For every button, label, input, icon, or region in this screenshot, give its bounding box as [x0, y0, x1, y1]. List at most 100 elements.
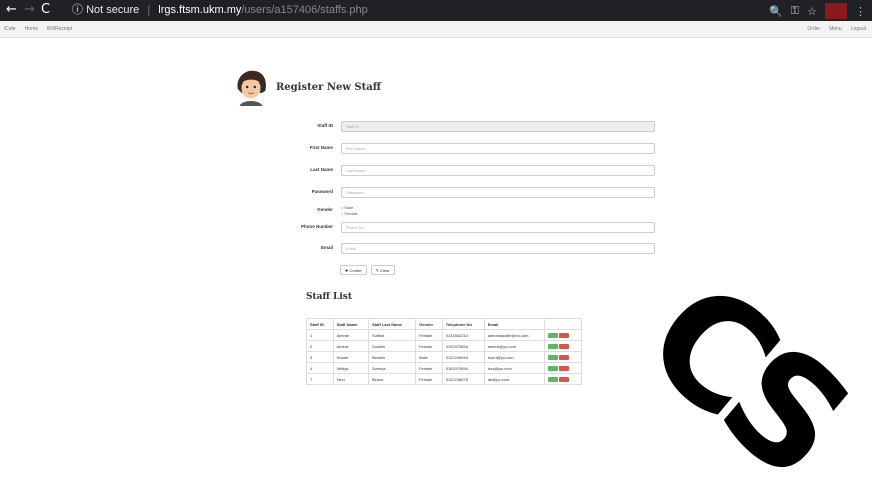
email-label: Email [320, 245, 333, 250]
col-telephone: Telephone No [441, 318, 485, 330]
edit-button[interactable] [548, 365, 559, 371]
extension-icon[interactable] [825, 3, 847, 19]
staff-id-label: Staff ID [317, 123, 333, 128]
gender-male-label: Male [344, 205, 354, 210]
email-row: Email Email [285, 243, 657, 255]
cell-staff-id: 4 [306, 362, 334, 374]
delete-button[interactable] [559, 332, 570, 338]
back-icon[interactable]: ← [6, 2, 17, 18]
staff-list-title: Staff List [306, 292, 352, 302]
watermark: CS [613, 248, 871, 504]
delete-button[interactable] [559, 354, 570, 360]
address-separator: | [147, 4, 151, 16]
cell-phone: 0193379654 [441, 340, 485, 352]
url-path: /users/a157406/staffs.php [241, 4, 368, 16]
col-actions [544, 318, 582, 330]
first-name-label: First Name [309, 145, 333, 150]
cell-staff-id: 7 [306, 373, 334, 385]
nav-link-bill[interactable]: Bill/Receipt [47, 26, 72, 32]
create-label: Create [349, 268, 362, 273]
cell-actions [544, 351, 582, 363]
reload-icon[interactable]: C [41, 2, 50, 18]
first-name-row: First Name First Name [285, 143, 657, 155]
delete-button[interactable] [559, 343, 570, 349]
forward-icon[interactable]: → [24, 2, 35, 18]
cell-staff-name: Amera [332, 340, 369, 352]
clear-button[interactable]: ✎ Clear [370, 265, 395, 275]
gender-row: Gender ○ Male ○ Female [285, 205, 657, 217]
last-name-field[interactable]: Last Name [341, 165, 655, 176]
last-name-row: Last Name Last Name [285, 165, 657, 177]
phone-field[interactable]: Phone No [341, 222, 655, 233]
delete-button[interactable] [559, 365, 570, 371]
last-name-label: Last Name [310, 167, 333, 172]
table-header-row: Staff ID Staff Name Staff Last Name Gend… [306, 318, 582, 330]
edit-button[interactable] [548, 343, 559, 349]
cell-phone: 0122246054 [441, 351, 485, 363]
page-title: Register New Staff [276, 81, 381, 93]
cell-email: hunri@yo.com [483, 351, 546, 363]
cell-last-name: Suzelin [367, 340, 417, 352]
col-staff-name: Staff Name [332, 318, 369, 330]
table-row: 2 Amera Suzelin Female 0193379654 amera@… [306, 340, 582, 352]
not-secure-label: Not secure [86, 4, 140, 16]
edit-button[interactable] [548, 332, 559, 338]
cell-staff-id: 3 [306, 351, 334, 363]
cell-email: ab@po.com [483, 373, 546, 385]
staff-id-field[interactable]: Staff ID [341, 121, 655, 132]
brand-link[interactable]: iCafe [4, 26, 16, 32]
password-field[interactable]: Password [341, 187, 655, 198]
cell-email: aimranasufile@xo.com [483, 329, 546, 341]
table-row: 3 Hunrie Benelis Male 0122246054 hunri@y… [306, 351, 582, 363]
nav-link-home[interactable]: Home [25, 26, 38, 32]
nav-link-logout[interactable]: Logout [851, 26, 866, 32]
cell-actions [544, 373, 582, 385]
browser-toolbar: ← → C ⓘ Not secure | lrgs.ftsm.ukm.my/us… [0, 0, 872, 21]
staff-table: Staff ID Staff Name Staff Last Name Gend… [306, 318, 582, 385]
staff-id-row: Staff ID Staff ID [285, 121, 657, 133]
edit-button[interactable] [548, 376, 559, 382]
cell-gender: Female [415, 362, 443, 374]
plus-icon: ✚ [345, 268, 349, 273]
table-row: 4 Wellya Sunnya Female 0193379654 lscs@p… [306, 362, 582, 374]
cell-last-name: Benos [367, 373, 417, 385]
cell-staff-id: 1 [306, 329, 334, 341]
delete-button[interactable] [559, 376, 570, 382]
col-email: Email [483, 318, 546, 330]
table-row: 1 Aimran Sufilea Female 0131662210 aimra… [306, 329, 582, 341]
key-icon[interactable]: ⚿ [791, 4, 799, 18]
first-name-field[interactable]: First Name [341, 143, 655, 154]
star-icon[interactable]: ☆ [807, 5, 817, 18]
col-gender: Gender [415, 318, 443, 330]
cell-staff-id: 2 [306, 340, 334, 352]
address-bar[interactable]: ⓘ Not secure | lrgs.ftsm.ukm.my/users/a1… [72, 3, 368, 17]
gender-options: ○ Male ○ Female [341, 205, 358, 217]
cell-staff-name: Heci [332, 373, 369, 385]
cell-gender: Male [415, 351, 443, 363]
gender-radio-female[interactable]: ○ Female [341, 211, 358, 217]
cell-email: amera@yo.com [483, 340, 546, 352]
staff-avatar-icon [237, 70, 266, 106]
nav-link-menu[interactable]: Menu [829, 26, 842, 32]
gender-female-label: Female [344, 211, 358, 216]
col-staff-last-name: Staff Last Name [367, 318, 417, 330]
zoom-icon[interactable]: 🔍 [769, 5, 783, 18]
cell-last-name: Sunnya [367, 362, 417, 374]
cell-staff-name: Wellya [332, 362, 369, 374]
menu-icon[interactable]: ⋮ [855, 5, 866, 18]
nav-link-order[interactable]: Order [807, 26, 820, 32]
cell-phone: 0122248678 [441, 373, 485, 385]
cell-staff-name: Aimran [332, 329, 369, 341]
cell-actions [544, 329, 582, 341]
form-buttons: ✚ Create ✎ Clear [340, 265, 395, 275]
create-button[interactable]: ✚ Create [340, 265, 367, 275]
edit-button[interactable] [548, 354, 559, 360]
cell-email: lscs@po.com [483, 362, 546, 374]
password-label: Password [311, 189, 333, 194]
app-navbar: iCafe Home Bill/Receipt Order Menu Logou… [0, 21, 872, 38]
cell-last-name: Benelis [367, 351, 417, 363]
cell-gender: Female [415, 340, 443, 352]
email-field[interactable]: Email [341, 243, 655, 254]
cell-gender: Female [415, 373, 443, 385]
page-header: Register New Staff [232, 68, 381, 106]
